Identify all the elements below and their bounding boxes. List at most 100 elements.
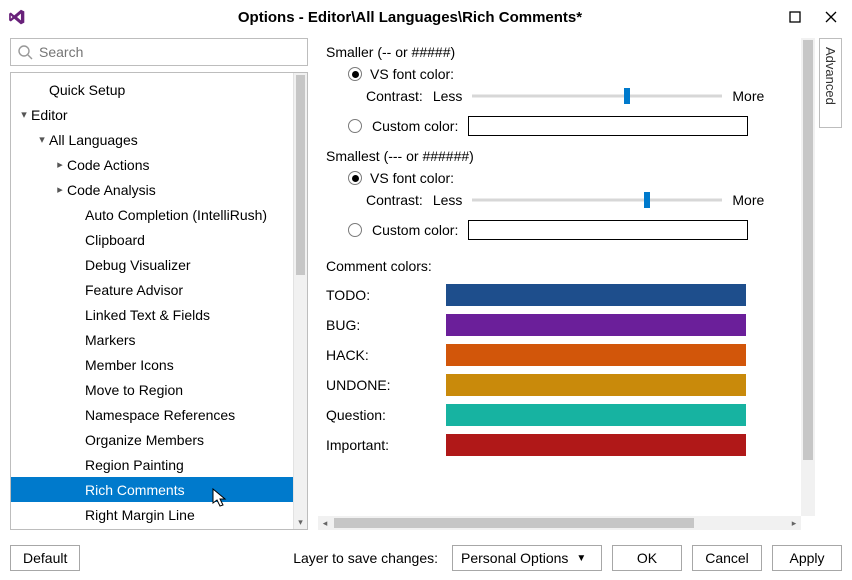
comment-color-swatch[interactable] (446, 314, 746, 336)
chevron-right-icon[interactable]: ▸ (53, 183, 67, 196)
tree-item[interactable]: Move to Region (11, 377, 293, 402)
tree-item[interactable]: ▾Editor (11, 102, 293, 127)
chevron-down-icon[interactable]: ▾ (35, 133, 49, 146)
scroll-down-icon[interactable]: ▾ (294, 517, 307, 528)
smaller-custom-radio[interactable] (348, 119, 362, 133)
tree-item[interactable]: Feature Advisor (11, 277, 293, 302)
smaller-custom-label: Custom color: (372, 118, 458, 134)
comment-color-row: BUG: (326, 310, 799, 340)
close-button[interactable] (822, 8, 840, 26)
panel-hscroll-thumb[interactable] (334, 518, 694, 528)
advanced-tab[interactable]: Advanced (819, 38, 842, 128)
comment-color-label: Question: (326, 407, 436, 423)
smallest-contrast-slider[interactable] (472, 193, 722, 207)
tree-item-label: Rich Comments (85, 482, 185, 498)
search-icon (17, 44, 33, 60)
tree-item-label: Auto Completion (IntelliRush) (85, 207, 267, 223)
comment-color-label: TODO: (326, 287, 436, 303)
comment-color-label: BUG: (326, 317, 436, 333)
tree-item[interactable]: Member Icons (11, 352, 293, 377)
footer: Default Layer to save changes: Personal … (0, 536, 852, 580)
settings-panel: Smaller (-- or #####) VS font color: Con… (318, 38, 815, 530)
title-bar: Options - Editor\All Languages\Rich Comm… (0, 0, 852, 34)
panel-vscrollbar[interactable] (801, 38, 815, 516)
smallest-custom-color[interactable] (468, 220, 748, 240)
comment-color-row: HACK: (326, 340, 799, 370)
tree-item[interactable]: Clipboard (11, 227, 293, 252)
comment-color-swatch[interactable] (446, 404, 746, 426)
comment-color-label: UNDONE: (326, 377, 436, 393)
tree-item[interactable]: Auto Completion (IntelliRush) (11, 202, 293, 227)
tree-item-label: Markers (85, 332, 136, 348)
comment-color-swatch[interactable] (446, 434, 746, 456)
smallest-custom-label: Custom color: (372, 222, 458, 238)
layer-label: Layer to save changes: (293, 550, 438, 566)
panel-hscrollbar[interactable]: ◂ ▸ (318, 516, 801, 530)
tree-item-label: Right Margin Line (85, 507, 195, 523)
default-button[interactable]: Default (10, 545, 80, 571)
search-field[interactable] (37, 43, 301, 61)
layer-combo[interactable]: Personal Options ▼ (452, 545, 602, 571)
tree-scroll-thumb[interactable] (296, 75, 305, 275)
tree-item[interactable]: Quick Setup (11, 77, 293, 102)
smaller-custom-color[interactable] (468, 116, 748, 136)
hscroll-right-icon[interactable]: ▸ (787, 518, 801, 529)
search-input[interactable] (10, 38, 308, 66)
tree-item[interactable]: Region Painting (11, 452, 293, 477)
apply-button[interactable]: Apply (772, 545, 842, 571)
comment-colors-heading: Comment colors: (326, 258, 799, 274)
tree-item-label: Region Painting (85, 457, 184, 473)
tree-item[interactable]: ▸Code Analysis (11, 177, 293, 202)
comment-color-label: HACK: (326, 347, 436, 363)
tree-item[interactable]: Debug Visualizer (11, 252, 293, 277)
options-tree: Quick Setup▾Editor▾All Languages▸Code Ac… (10, 72, 308, 530)
tree-item[interactable]: ▾All Languages (11, 127, 293, 152)
tree-item-label: Feature Advisor (85, 282, 183, 298)
hscroll-left-icon[interactable]: ◂ (318, 518, 332, 529)
tree-item-label: Linked Text & Fields (85, 307, 210, 323)
tree-item[interactable]: Organize Members (11, 427, 293, 452)
maximize-button[interactable] (786, 8, 804, 26)
tree-scrollbar[interactable]: ▾ (293, 73, 307, 529)
tree-item[interactable]: Right Margin Line (11, 502, 293, 527)
comment-color-label: Important: (326, 437, 436, 453)
comment-color-row: UNDONE: (326, 370, 799, 400)
cancel-button[interactable]: Cancel (692, 545, 762, 571)
smaller-heading: Smaller (-- or #####) (326, 44, 799, 60)
contrast-less-2: Less (433, 192, 463, 208)
smaller-vsfont-radio[interactable] (348, 67, 362, 81)
tree-item[interactable]: ▸Code Actions (11, 152, 293, 177)
smallest-vsfont-radio[interactable] (348, 171, 362, 185)
smallest-custom-radio[interactable] (348, 223, 362, 237)
smallest-vsfont-label: VS font color: (370, 170, 454, 186)
vs-logo-icon (6, 6, 28, 28)
comment-color-row: TODO: (326, 280, 799, 310)
comment-color-swatch[interactable] (446, 344, 746, 366)
contrast-more: More (732, 88, 764, 104)
tree-item-label: Debug Visualizer (85, 257, 191, 273)
contrast-more-2: More (732, 192, 764, 208)
comment-color-swatch[interactable] (446, 374, 746, 396)
comment-color-row: Question: (326, 400, 799, 430)
panel-vscroll-thumb[interactable] (803, 40, 813, 460)
comment-color-swatch[interactable] (446, 284, 746, 306)
comment-color-row: Important: (326, 430, 799, 460)
layer-value: Personal Options (461, 550, 568, 566)
tree-item[interactable]: Rich Comments (11, 477, 293, 502)
ok-button[interactable]: OK (612, 545, 682, 571)
tree-item-label: All Languages (49, 132, 138, 148)
tree-item-label: Code Analysis (67, 182, 156, 198)
smaller-vsfont-label: VS font color: (370, 66, 454, 82)
tree-item[interactable]: Linked Text & Fields (11, 302, 293, 327)
chevron-down-icon[interactable]: ▾ (17, 108, 31, 121)
tree-item-label: Organize Members (85, 432, 204, 448)
smaller-contrast-slider[interactable] (472, 89, 722, 103)
tree-item[interactable]: Markers (11, 327, 293, 352)
smallest-heading: Smallest (--- or ######) (326, 148, 799, 164)
contrast-label-2: Contrast: (366, 192, 423, 208)
chevron-right-icon[interactable]: ▸ (53, 158, 67, 171)
tree-item-label: Code Actions (67, 157, 150, 173)
chevron-down-icon: ▼ (576, 553, 586, 564)
tree-item-label: Editor (31, 107, 68, 123)
tree-item[interactable]: Namespace References (11, 402, 293, 427)
